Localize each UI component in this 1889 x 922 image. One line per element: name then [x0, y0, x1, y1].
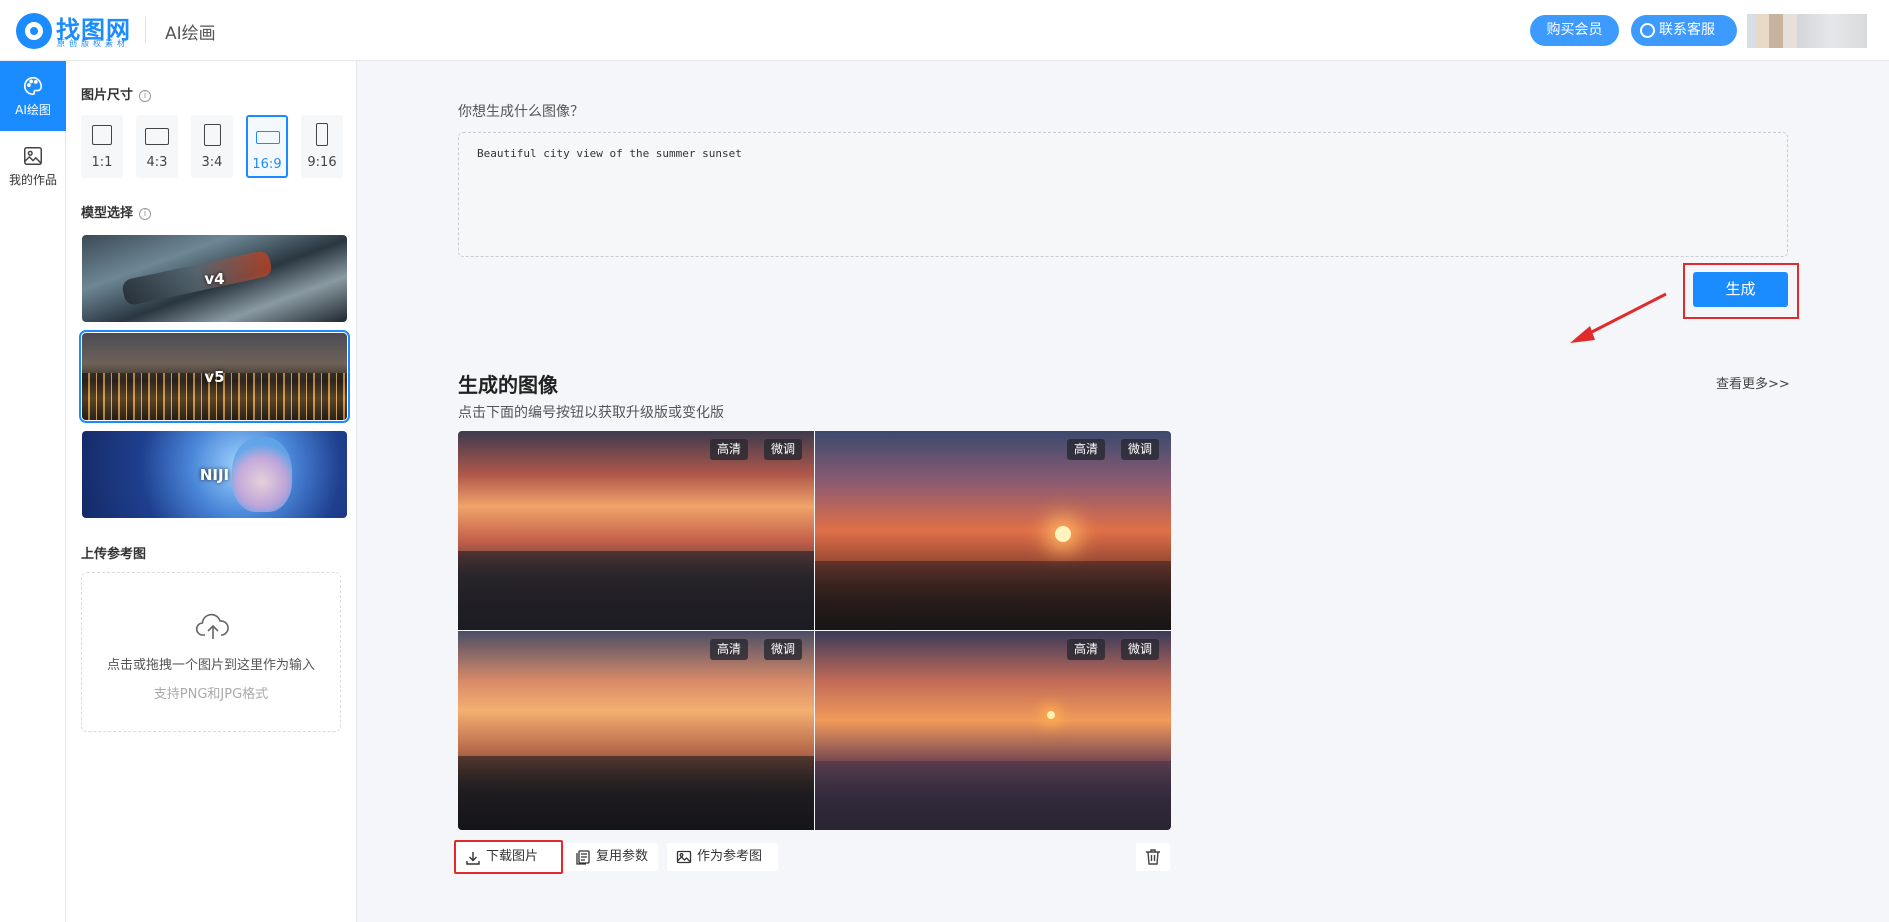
header-divider [145, 17, 146, 43]
palette-icon [24, 76, 43, 96]
ratio-label: 1:1 [91, 155, 113, 170]
tweak-button[interactable]: 微调 [1121, 639, 1160, 660]
view-more-link[interactable]: 查看更多>> [1716, 373, 1790, 392]
arrow-annotation-icon [1570, 292, 1667, 343]
upload-hint: 点击或拖拽一个图片到这里作为输入 [106, 658, 315, 673]
ratio-label: 3:4 [201, 155, 223, 170]
upload-dropzone[interactable]: 点击或拖拽一个图片到这里作为输入 支持PNG和JPG格式 [81, 572, 341, 732]
hd-button[interactable]: 高清 [1067, 639, 1106, 660]
portrait-shape-icon [204, 124, 221, 146]
hd-button[interactable]: 高清 [710, 639, 749, 660]
hd-button[interactable]: 高清 [710, 439, 749, 460]
model-card-niji[interactable]: NIJI [82, 431, 347, 518]
delete-button[interactable] [1136, 843, 1170, 871]
prompt-input[interactable] [458, 132, 1788, 257]
model-card-v5[interactable]: v5 [79, 330, 350, 423]
model-name: v4 [204, 269, 225, 288]
brand-logo-icon[interactable] [16, 13, 52, 49]
image-size-title: 图片尺寸 i [81, 84, 152, 103]
copy-doc-icon [576, 850, 590, 865]
page-title: AI绘画 [165, 24, 216, 44]
ratio-label: 16:9 [252, 157, 282, 172]
model-name: v5 [204, 367, 225, 386]
image-icon [24, 147, 42, 165]
reuse-params-button[interactable]: 复用参数 [566, 843, 658, 871]
nav-item-my-works[interactable]: 我的作品 [0, 131, 66, 201]
hd-button[interactable]: 高清 [1067, 439, 1106, 460]
download-image-button[interactable]: 下载图片 [454, 840, 563, 874]
wide-shape-icon [256, 131, 280, 144]
contact-service-label: 联系客服 [1659, 22, 1715, 38]
ratio-option-3-4[interactable]: 3:4 [191, 115, 233, 178]
headset-icon [1640, 23, 1655, 38]
generated-image-3[interactable]: 高清 微调 [458, 631, 814, 830]
reuse-label: 复用参数 [596, 849, 649, 864]
settings-panel: 图片尺寸 i 1:1 4:3 3:4 16:9 9:16 模型选择 i v4 v5 … [66, 61, 357, 922]
prompt-question: 你想生成什么图像？ [458, 104, 584, 120]
contact-service-button[interactable]: 联系客服 [1631, 15, 1737, 46]
model-name: NIJI [199, 465, 230, 484]
cloud-upload-icon [195, 613, 229, 639]
tweak-button[interactable]: 微调 [764, 639, 803, 660]
generated-image-2[interactable]: 高清 微调 [815, 431, 1171, 630]
landscape-shape-icon [145, 128, 169, 145]
ratio-label: 4:3 [146, 155, 168, 170]
use-as-reference-button[interactable]: 作为参考图 [667, 843, 778, 871]
top-header: 找图网 原创版权素材 AI绘画 购买会员 联系客服 [0, 0, 1889, 61]
image-icon [676, 850, 692, 864]
ratio-option-9-16[interactable]: 9:16 [301, 115, 343, 178]
nav-item-ai-draw[interactable]: AI绘图 [0, 61, 66, 131]
upload-formats: 支持PNG和JPG格式 [153, 687, 269, 702]
generated-image-grid: 高清 微调 高清 微调 高清 微调 高清 微调 [458, 431, 1171, 830]
results-title: 生成的图像 [458, 373, 558, 397]
brand-tagline: 原创版权素材 [57, 39, 129, 48]
reference-label: 作为参考图 [697, 849, 763, 864]
ratio-option-16-9[interactable]: 16:9 [246, 115, 288, 178]
info-icon[interactable]: i [139, 208, 152, 220]
nav-label: 我的作品 [8, 173, 57, 187]
ratio-label: 9:16 [307, 155, 337, 170]
tweak-button[interactable]: 微调 [764, 439, 803, 460]
square-shape-icon [92, 125, 112, 145]
model-select-label: 模型选择 [81, 206, 134, 221]
tweak-button[interactable]: 微调 [1121, 439, 1160, 460]
left-nav: AI绘图 我的作品 [0, 61, 66, 922]
generated-image-4[interactable]: 高清 微调 [815, 631, 1171, 830]
buy-vip-button[interactable]: 购买会员 [1530, 15, 1619, 46]
download-label: 下载图片 [486, 849, 539, 864]
model-select-title: 模型选择 i [81, 202, 152, 221]
image-size-label: 图片尺寸 [81, 88, 134, 103]
generate-button[interactable]: 生成 [1693, 272, 1788, 307]
model-card-v4[interactable]: v4 [82, 235, 347, 322]
ratio-option-1-1[interactable]: 1:1 [81, 115, 123, 178]
upload-reference-title: 上传参考图 [81, 547, 147, 562]
download-icon [466, 852, 480, 865]
results-subtitle: 点击下面的编号按钮以获取升级版或变化版 [458, 405, 724, 421]
user-avatar[interactable] [1747, 14, 1867, 48]
nav-label: AI绘图 [15, 103, 51, 117]
generated-image-1[interactable]: 高清 微调 [458, 431, 814, 630]
info-icon[interactable]: i [139, 90, 152, 102]
ratio-option-4-3[interactable]: 4:3 [136, 115, 178, 178]
tall-shape-icon [316, 123, 328, 146]
trash-icon [1146, 849, 1160, 865]
